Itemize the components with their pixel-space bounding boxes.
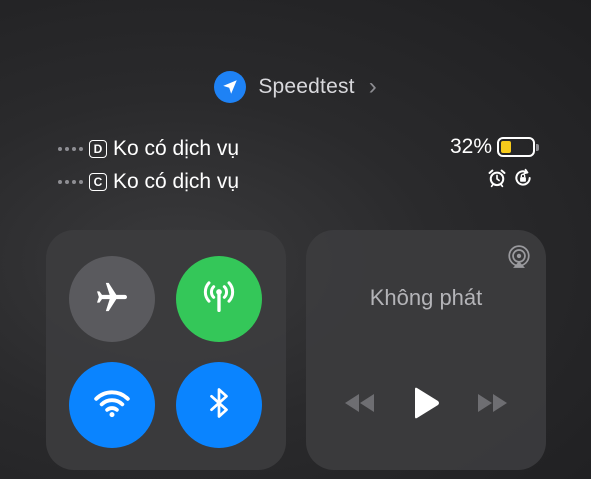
carrier-status: Ko có dịch vụ <box>113 137 240 160</box>
wifi-icon <box>92 383 132 428</box>
cellular-data-toggle[interactable] <box>176 256 262 342</box>
fast-forward-icon[interactable] <box>475 392 509 419</box>
battery-indicator: 32% <box>449 135 539 159</box>
status-icons <box>487 168 533 193</box>
battery-percent: 32% <box>449 135 492 158</box>
rewind-icon[interactable] <box>343 392 377 419</box>
now-playing-tile[interactable]: Không phát <box>306 230 546 470</box>
carrier-row-primary: D Ko có dịch vụ <box>58 136 239 162</box>
connectivity-tile <box>46 230 286 470</box>
location-arrow-icon <box>214 71 247 103</box>
location-indicator[interactable]: Speedtest › <box>0 70 591 104</box>
wifi-toggle[interactable] <box>69 362 155 448</box>
battery-level-fill <box>501 141 511 153</box>
carrier-status: Ko có dịch vụ <box>113 170 240 193</box>
play-icon[interactable] <box>411 386 441 425</box>
airplane-icon <box>92 277 132 322</box>
carrier-row-secondary: C Ko có dịch vụ <box>58 169 239 195</box>
airplay-icon[interactable] <box>506 244 532 275</box>
sim-badge: C <box>89 173 107 191</box>
playback-controls <box>306 386 546 425</box>
bluetooth-icon <box>201 385 237 426</box>
chevron-right-icon: › <box>368 73 377 100</box>
signal-dots-icon <box>58 180 83 184</box>
now-playing-label: Không phát <box>369 285 483 310</box>
alarm-clock-icon <box>487 168 507 193</box>
battery-icon <box>497 137 539 157</box>
signal-dots-icon <box>58 147 83 151</box>
bluetooth-toggle[interactable] <box>176 362 262 448</box>
airplane-mode-toggle[interactable] <box>69 256 155 342</box>
sim-badge: D <box>89 140 107 158</box>
orientation-lock-icon <box>513 168 533 193</box>
location-app-name: Speedtest <box>258 75 355 98</box>
cellular-antenna-icon <box>199 277 239 322</box>
